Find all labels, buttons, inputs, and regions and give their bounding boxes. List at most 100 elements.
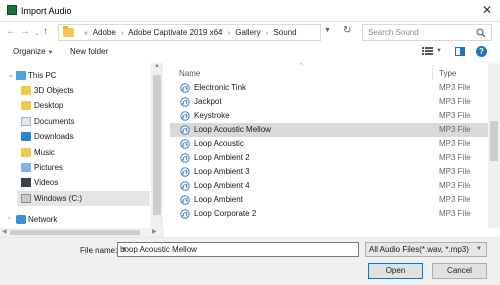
recent-locations-chevron-icon[interactable]: ⌄ bbox=[34, 28, 40, 40]
preview-pane-icon[interactable] bbox=[455, 47, 465, 56]
file-name: Loop Ambient bbox=[194, 195, 243, 204]
cancel-button[interactable]: Cancel bbox=[432, 263, 487, 279]
refresh-icon[interactable]: ↻ bbox=[343, 25, 351, 36]
breadcrumb-separator-icon[interactable]: › bbox=[225, 30, 233, 37]
column-header-type[interactable]: Type bbox=[439, 69, 456, 78]
sidebar-item-windows-c[interactable]: Windows (C:) bbox=[17, 191, 150, 206]
audio-file-icon bbox=[180, 209, 190, 221]
file-type: MP3 File bbox=[439, 111, 471, 120]
sort-ascending-icon: ^ bbox=[300, 63, 303, 69]
overflow-chevron-icon[interactable]: « bbox=[81, 30, 91, 37]
breadcrumb-captivate[interactable]: Adobe Captivate 2019 x64 bbox=[128, 28, 222, 37]
audio-file-icon bbox=[180, 139, 190, 151]
sidebar-item-network[interactable]: › Network bbox=[0, 212, 150, 227]
scroll-left-icon[interactable]: ◀ bbox=[2, 228, 7, 235]
file-name-label: File name: bbox=[80, 246, 118, 255]
scrollbar-thumb[interactable] bbox=[10, 230, 140, 235]
view-chevron-down-icon[interactable]: ▼ bbox=[436, 48, 442, 54]
file-name: Loop Acoustic bbox=[194, 139, 244, 148]
file-row[interactable]: Loop Ambient 3 MP3 File bbox=[170, 165, 488, 179]
file-row[interactable]: Keystroke MP3 File bbox=[170, 109, 488, 123]
sidebar-item-label: Windows (C:) bbox=[34, 194, 83, 203]
captivate-app-icon bbox=[7, 5, 17, 15]
scroll-right-icon[interactable]: ▶ bbox=[152, 228, 157, 235]
sidebar-item-label: Desktop bbox=[34, 101, 64, 110]
file-row[interactable]: Electronic Tink MP3 File bbox=[170, 81, 488, 95]
sidebar-item-label: Music bbox=[34, 148, 55, 157]
scrollbar-thumb[interactable] bbox=[490, 121, 498, 161]
search-input[interactable]: Search Sound bbox=[362, 24, 492, 41]
file-type-value: All Audio Files(*.wav, *.mp3) bbox=[369, 245, 469, 254]
scrollbar-thumb[interactable] bbox=[153, 75, 161, 215]
chevron-down-icon: ▼ bbox=[476, 246, 482, 252]
file-row[interactable]: Loop Ambient 2 MP3 File bbox=[170, 151, 488, 165]
forward-arrow-icon[interactable]: → bbox=[20, 26, 30, 38]
sidebar-item-label: Pictures bbox=[34, 163, 63, 172]
file-name: Keystroke bbox=[194, 111, 230, 120]
sidebar-item-videos[interactable]: Videos bbox=[0, 175, 150, 190]
navigation-scrollbar[interactable]: ▲ bbox=[151, 63, 163, 228]
file-name-input[interactable]: Loop Acoustic Mellow ▼ bbox=[117, 242, 359, 257]
sidebar-item-label: Videos bbox=[34, 178, 59, 187]
file-row[interactable]: Loop Ambient 4 MP3 File bbox=[170, 179, 488, 193]
computer-icon bbox=[16, 71, 26, 80]
file-name: Loop Corporate 2 bbox=[194, 209, 257, 218]
column-header-name[interactable]: Name bbox=[179, 69, 200, 78]
sidebar-item-music[interactable]: Music bbox=[0, 145, 150, 160]
breadcrumb-adobe[interactable]: Adobe bbox=[93, 28, 116, 37]
file-name: Loop Acoustic Mellow bbox=[194, 125, 271, 134]
sidebar-item-this-pc[interactable]: ⌄ This PC bbox=[0, 68, 150, 83]
new-folder-button[interactable]: New folder bbox=[70, 47, 108, 56]
navigation-pane: ⌄ This PC 3D Objects Desktop Documents D… bbox=[0, 63, 164, 228]
chevron-down-icon[interactable]: ▼ bbox=[120, 245, 354, 254]
window-title: Import Audio bbox=[21, 6, 72, 16]
file-row[interactable]: Loop Acoustic MP3 File bbox=[170, 137, 488, 151]
help-icon[interactable]: ? bbox=[476, 46, 487, 57]
file-row[interactable]: Jackpot MP3 File bbox=[170, 95, 488, 109]
file-row[interactable]: Loop Acoustic Mellow MP3 File bbox=[170, 123, 488, 137]
breadcrumb-separator-icon[interactable]: › bbox=[263, 30, 271, 37]
file-row[interactable]: Loop Ambient MP3 File bbox=[170, 193, 488, 207]
column-divider[interactable] bbox=[432, 65, 433, 80]
drive-icon bbox=[21, 194, 31, 203]
sidebar-item-label: Downloads bbox=[34, 132, 74, 141]
folder-icon bbox=[63, 26, 74, 37]
file-list-scrollbar[interactable] bbox=[488, 63, 500, 228]
search-placeholder: Search Sound bbox=[368, 28, 419, 37]
sidebar-item-documents[interactable]: Documents bbox=[0, 114, 150, 129]
scroll-up-icon[interactable]: ▲ bbox=[154, 63, 160, 69]
audio-file-icon bbox=[180, 167, 190, 179]
view-options-icon[interactable] bbox=[422, 46, 434, 58]
organize-button[interactable]: Organize ▼ bbox=[13, 47, 53, 56]
address-bar[interactable]: « Adobe › Adobe Captivate 2019 x64 › Gal… bbox=[58, 24, 321, 41]
sidebar-item-downloads[interactable]: Downloads bbox=[0, 129, 150, 144]
close-icon[interactable]: ✕ bbox=[482, 3, 492, 17]
chevron-down-icon[interactable]: ⌄ bbox=[8, 71, 14, 79]
back-arrow-icon[interactable]: ← bbox=[6, 26, 16, 38]
up-arrow-icon[interactable]: ↑ bbox=[43, 26, 48, 38]
breadcrumb-gallery[interactable]: Gallery bbox=[235, 28, 260, 37]
file-type-filter[interactable]: All Audio Files(*.wav, *.mp3) ▼ bbox=[365, 242, 487, 257]
open-button[interactable]: Open bbox=[368, 263, 423, 279]
file-name: Jackpot bbox=[194, 97, 222, 106]
audio-file-icon bbox=[180, 125, 190, 137]
file-type: MP3 File bbox=[439, 195, 471, 204]
command-toolbar: Organize ▼ New folder ▼ ? bbox=[0, 42, 500, 62]
navigation-horizontal-scrollbar[interactable]: ◀ ▶ bbox=[0, 228, 164, 237]
file-type: MP3 File bbox=[439, 209, 471, 218]
sidebar-item-desktop[interactable]: Desktop bbox=[0, 98, 150, 113]
file-type: MP3 File bbox=[439, 139, 471, 148]
breadcrumb-separator-icon[interactable]: › bbox=[118, 30, 126, 37]
file-row[interactable]: Loop Corporate 2 MP3 File bbox=[170, 207, 488, 221]
bottom-panel: File name: Loop Acoustic Mellow ▼ All Au… bbox=[0, 237, 500, 285]
chevron-right-icon[interactable]: › bbox=[8, 215, 10, 222]
audio-file-icon bbox=[180, 97, 190, 109]
file-type: MP3 File bbox=[439, 153, 471, 162]
sidebar-item-label: 3D Objects bbox=[34, 86, 74, 95]
sidebar-item-pictures[interactable]: Pictures bbox=[0, 160, 150, 175]
column-header-row: Name ^ Type bbox=[170, 63, 488, 80]
sidebar-item-3d-objects[interactable]: 3D Objects bbox=[0, 83, 150, 98]
sidebar-item-label: Network bbox=[28, 215, 58, 224]
address-dropdown-icon[interactable]: ▼ bbox=[324, 27, 331, 34]
breadcrumb-sound[interactable]: Sound bbox=[273, 28, 296, 37]
